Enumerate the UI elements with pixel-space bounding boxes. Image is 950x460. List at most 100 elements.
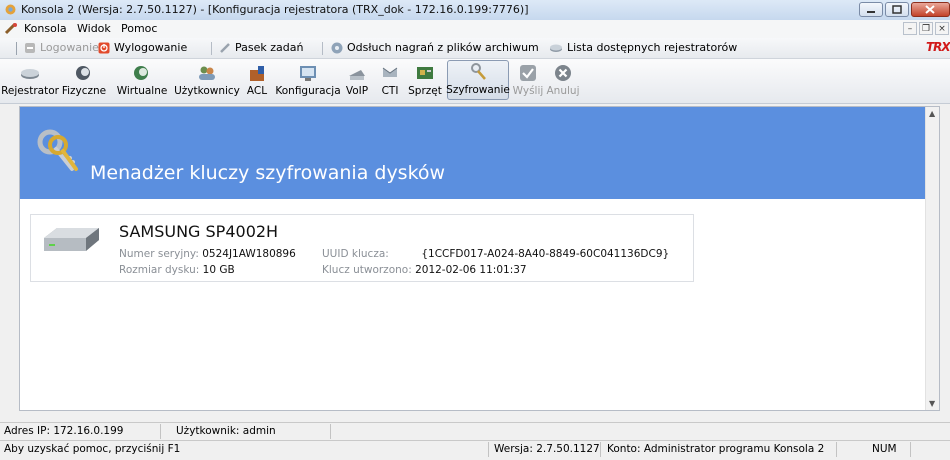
separator (211, 42, 212, 55)
panel-heading: Menadżer kluczy szyfrowania dysków (90, 162, 446, 184)
app-status-bar: Aby uzyskać pomoc, przyciśnij F1 Wersja:… (0, 440, 950, 460)
brand-logo: TRX (926, 40, 950, 54)
toolbar-fizyczne-button[interactable]: Fizyczne (60, 60, 108, 100)
separator (836, 442, 837, 457)
configuration-icon (300, 66, 316, 81)
toolbar-anuluj-button[interactable]: Anuluj (546, 60, 580, 100)
archive-playback-button[interactable]: Odsłuch nagrań z plików archiwum (331, 41, 539, 54)
mdi-minimize-button[interactable]: – (903, 22, 917, 35)
uuid-label: UUID klucza: (322, 248, 389, 260)
disk-size: Rozmiar dysku: 10 GB (119, 264, 235, 276)
hard-disk-icon (44, 228, 99, 251)
send-icon (520, 65, 536, 81)
toolbar-grip (16, 42, 17, 55)
toolbar-label: Anuluj (546, 85, 580, 97)
menu-konsola[interactable]: Konsola (24, 22, 67, 35)
scroll-down-icon[interactable]: ▼ (929, 399, 935, 408)
menu-pomoc[interactable]: Pomoc (121, 22, 157, 35)
disc-icon (331, 42, 343, 53)
disk-card[interactable]: SAMSUNG SP4002H Numer seryjny: 0524J1AW1… (30, 214, 694, 282)
toolbar-konfiguracja-button[interactable]: Konfiguracja (275, 60, 341, 100)
vertical-scrollbar[interactable]: ▲ ▼ (925, 107, 939, 410)
maximize-button[interactable] (885, 2, 909, 17)
login-button[interactable]: Logowanie (24, 41, 99, 54)
voip-icon (349, 70, 365, 80)
minimize-button[interactable] (859, 2, 883, 17)
toolbar-label: ACL (246, 85, 268, 97)
menu-widok[interactable]: Widok (77, 22, 111, 35)
toolbar-label: Sprzęt (408, 85, 442, 97)
maximize-icon (892, 5, 902, 14)
encryption-keys-icon (471, 63, 486, 80)
physical-channels-icon (76, 66, 90, 80)
taskbar-label: Pasek zadań (235, 41, 304, 54)
toolbar-wirtualne-button[interactable]: Wirtualne (114, 60, 170, 100)
toolbar-label: Szyfrowanie (446, 84, 510, 96)
serial-label: Numer seryjny: (119, 248, 199, 260)
mdi-restore-button[interactable]: ❐ (919, 22, 933, 35)
content-panel: Menadżer kluczy szyfrowania dysków SAMSU… (19, 106, 940, 411)
size-label: Rozmiar dysku: (119, 264, 200, 276)
toolbar-sprzet-button[interactable]: Sprzęt (407, 60, 443, 100)
logout-label: Wylogowanie (114, 41, 188, 54)
acl-icon (250, 66, 264, 81)
keys-icon (37, 129, 78, 171)
menu-bar: Konsola Widok Pomoc – ❐ × (0, 20, 950, 39)
toolbar-label: VoIP (345, 85, 369, 97)
separator (322, 42, 323, 55)
quick-toolbar: Logowanie Wylogowanie Pasek zadań Odsłuc… (0, 38, 950, 59)
toolbar-label: Konfiguracja (275, 85, 341, 97)
toolbar-label: Rejestrator (1, 85, 59, 97)
key-uuid: UUID klucza: {1CCFD017-A024-8A40-8849-60… (322, 248, 669, 260)
mdi-document-icon (4, 22, 17, 35)
logout-button[interactable]: Wylogowanie (98, 41, 187, 54)
minimize-icon (867, 11, 875, 13)
window-title-bar[interactable]: Konsola 2 (Wersja: 2.7.50.1127) - [Konfi… (0, 0, 950, 21)
toolbar-wyslij-button[interactable]: Wyślij (512, 60, 544, 100)
toolbar-uzytkownicy-button[interactable]: Użytkownicy (174, 60, 240, 100)
taskbar-button[interactable]: Pasek zadań (219, 41, 303, 54)
recorder-icon (21, 69, 39, 79)
taskbar-icon (220, 42, 230, 53)
window-title: Konsola 2 (Wersja: 2.7.50.1127) - [Konfi… (21, 3, 529, 16)
size-value: 10 GB (202, 264, 235, 276)
virtual-channels-icon (134, 66, 148, 80)
separator (600, 442, 601, 457)
mdi-close-button[interactable]: × (935, 22, 949, 35)
toolbar-szyfrowanie-button[interactable]: Szyfrowanie (446, 60, 510, 100)
status-num-lock: NUM (872, 443, 897, 455)
toolbar-acl-button[interactable]: ACL (242, 60, 272, 100)
scroll-up-icon[interactable]: ▲ (929, 109, 935, 118)
status-ip: Adres IP: 172.16.0.199 (4, 425, 124, 437)
panel-banner: Menadżer kluczy szyfrowania dysków (20, 107, 939, 199)
cancel-icon (555, 65, 571, 81)
main-toolbar: Rejestrator Fizyczne Wirtualne Użytkowni… (0, 59, 950, 104)
uuid-value: {1CCFD017-A024-8A40-8849-60C041136DC9} (421, 248, 670, 260)
recorders-list-label: Lista dostępnych rejestratorów (567, 41, 738, 54)
disk-model: SAMSUNG SP4002H (119, 222, 279, 241)
toolbar-voip-button[interactable]: VoIP (342, 60, 372, 100)
status-version: Wersja: 2.7.50.1127 (494, 443, 600, 455)
toolbar-label: Użytkownicy (174, 85, 240, 97)
separator (160, 424, 161, 439)
archive-playback-label: Odsłuch nagrań z plików archiwum (347, 41, 539, 54)
status-account: Konto: Administrator programu Konsola 2 (607, 443, 825, 455)
toolbar-label: Fizyczne (61, 85, 107, 97)
toolbar-cti-button[interactable]: CTI (375, 60, 405, 100)
separator (330, 424, 331, 439)
close-button[interactable] (911, 2, 950, 17)
login-icon (25, 42, 35, 53)
separator (910, 442, 911, 457)
toolbar-rejestrator-button[interactable]: Rejestrator (1, 60, 59, 100)
created-value: 2012-02-06 11:01:37 (415, 264, 527, 276)
users-icon (199, 66, 215, 80)
connection-status-bar: Adres IP: 172.16.0.199 Użytkownik: admin (0, 422, 950, 440)
close-icon (925, 5, 935, 14)
created-label: Klucz utworzono: (322, 264, 412, 276)
recorders-list-button[interactable]: Lista dostępnych rejestratorów (549, 41, 737, 54)
app-icon (5, 4, 16, 15)
login-label: Logowanie (40, 41, 99, 54)
serial-value: 0524J1AW180896 (202, 248, 296, 260)
recorder-list-icon (550, 44, 562, 52)
cti-icon (382, 67, 398, 77)
